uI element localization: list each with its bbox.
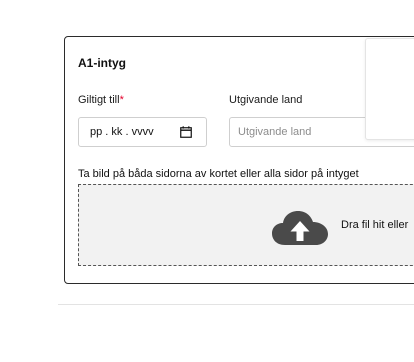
upload-instructions: Ta bild på båda sidorna av kortet eller … <box>78 168 359 180</box>
valid-until-date-field[interactable]: pp . kk . vvvv <box>78 117 207 147</box>
cloud-upload-icon <box>272 211 328 245</box>
date-placeholder: pp . kk . vvvv <box>90 126 154 138</box>
country-placeholder: Utgivande land <box>238 126 312 138</box>
page: A1-intyg Giltigt till* Utgivande land pp… <box>0 0 414 362</box>
section-divider <box>58 304 414 305</box>
country-dropdown-menu[interactable] <box>365 38 414 140</box>
card-title: A1-intyg <box>78 56 126 70</box>
drop-file-text: Dra fil hit eller <box>341 219 409 231</box>
issuing-country-label: Utgivande land <box>229 94 303 106</box>
required-asterisk: * <box>119 94 124 106</box>
calendar-icon[interactable] <box>180 126 192 138</box>
valid-until-label-text: Giltigt till <box>78 94 120 106</box>
valid-until-label: Giltigt till* <box>78 94 124 106</box>
